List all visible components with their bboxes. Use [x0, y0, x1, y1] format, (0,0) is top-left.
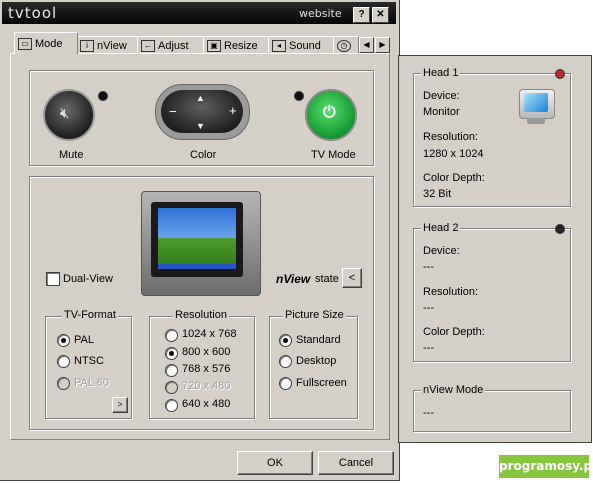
radio-768x576[interactable]: [165, 364, 178, 377]
radio-640x480[interactable]: [165, 399, 178, 412]
tv-image: [141, 191, 261, 296]
speaker-mute-icon: 🔇︎: [60, 105, 70, 122]
radio-720x480[interactable]: [165, 381, 178, 394]
radio-desktop[interactable]: [279, 355, 292, 368]
info-icon: i: [80, 39, 94, 52]
clock-icon: ◷: [337, 39, 351, 52]
watermark-badge: programosy.pl: [499, 455, 593, 478]
head2-depth-label: Color Depth:: [423, 326, 485, 338]
tab-label: Sound: [289, 39, 321, 52]
color-up-button[interactable]: ▲: [196, 93, 205, 103]
head1-led: [555, 69, 565, 79]
monitor-icon: [517, 89, 555, 131]
radio-standard[interactable]: [279, 334, 292, 347]
cancel-button[interactable]: Cancel: [318, 451, 394, 475]
res-720-label: 720 x 480: [182, 380, 231, 392]
monitor-icon: ▭: [18, 37, 32, 50]
radio-fullscreen[interactable]: [279, 377, 292, 390]
res-800-label: 800 x 600: [182, 346, 231, 358]
nview-mode-value: ---: [423, 407, 434, 419]
radio-1024x768[interactable]: [165, 329, 178, 342]
pal-label: PAL: [74, 334, 94, 346]
close-button[interactable]: ✕: [372, 7, 389, 23]
tab-label: Adjust: [158, 39, 189, 52]
head2-resolution-label: Resolution:: [423, 286, 479, 298]
tab-scroll-right[interactable]: ▶: [375, 37, 390, 53]
nview-word: nView: [276, 272, 311, 286]
head1-depth-label: Color Depth:: [423, 172, 485, 184]
mute-button[interactable]: 🔇︎: [43, 89, 95, 141]
radio-800x600[interactable]: [165, 347, 178, 360]
title-bar[interactable]: tvtool website ? ✕: [2, 2, 396, 24]
tab-label: Resize: [224, 39, 258, 52]
tv-format-more-button[interactable]: >: [112, 397, 128, 413]
nview-state-button[interactable]: <: [342, 268, 362, 288]
color-down-button[interactable]: ▼: [196, 121, 205, 131]
head1-resolution-value: 1280 x 1024: [423, 148, 484, 160]
res-768-label: 768 x 576: [182, 363, 231, 375]
color-control: − + ▲ ▼: [155, 84, 250, 140]
resolution-title: Resolution: [173, 309, 229, 321]
radio-pal60[interactable]: [57, 377, 70, 390]
heads-panel: Head 1 Device: Monitor Resolution: 1280 …: [398, 55, 592, 443]
fullscreen-label: Fullscreen: [296, 377, 347, 389]
mute-led: [98, 91, 108, 101]
state-word: state: [315, 273, 339, 285]
resize-icon: ▣: [207, 39, 221, 52]
tvmode-label: TV Mode: [311, 149, 356, 161]
res-1024-label: 1024 x 768: [182, 328, 237, 340]
tab-label: Mode: [35, 37, 63, 50]
help-button[interactable]: ?: [353, 7, 370, 23]
tvmode-button[interactable]: ⏻: [305, 89, 357, 141]
head1-title: Head 1: [421, 67, 461, 79]
head1-resolution-label: Resolution:: [423, 131, 479, 143]
arrows-icon: ←: [141, 39, 155, 52]
head1-device-value: Monitor: [423, 106, 460, 118]
app-logo: tvtool: [8, 4, 58, 22]
tab-label: nView: [97, 39, 127, 52]
tab-scroll-left[interactable]: ◀: [359, 37, 374, 53]
res-640-label: 640 x 480: [182, 398, 231, 410]
nview-mode-title: nView Mode: [421, 384, 486, 396]
radio-pal[interactable]: [57, 334, 70, 347]
color-label: Color: [190, 149, 217, 161]
taskbar: [158, 264, 236, 269]
tvmode-led: [294, 91, 304, 101]
head2-title: Head 2: [421, 222, 461, 234]
head1-depth-value: 32 Bit: [423, 188, 452, 200]
ok-button[interactable]: OK: [237, 451, 313, 475]
color-plus-button[interactable]: +: [229, 103, 237, 118]
nview-mode-group: [413, 390, 571, 432]
standard-label: Standard: [296, 334, 341, 346]
ntsc-label: NTSC: [74, 355, 104, 367]
pal60-label: PAL 60: [74, 377, 109, 389]
tvtool-window: tvtool website ? ✕ ▭ Mode i nView ← Adju…: [0, 0, 400, 481]
head2-resolution-value: ---: [423, 302, 434, 314]
mute-label: Mute: [59, 149, 84, 161]
tab-mode[interactable]: ▭ Mode: [14, 32, 78, 55]
head2-device-value: ---: [423, 261, 434, 273]
desktop-label: Desktop: [296, 355, 337, 367]
radio-ntsc[interactable]: [57, 355, 70, 368]
head2-device-label: Device:: [423, 245, 460, 257]
dual-view-checkbox[interactable]: [46, 272, 60, 286]
power-icon: ⏻: [323, 104, 336, 121]
dual-view-label: Dual-View: [63, 273, 113, 285]
speaker-icon: ◂: [272, 39, 286, 52]
tv-format-title: TV-Format: [62, 309, 118, 321]
tv-screen: [158, 208, 236, 269]
head2-led: [555, 224, 565, 234]
picture-size-title: Picture Size: [283, 309, 346, 321]
head1-device-label: Device:: [423, 90, 460, 102]
website-link[interactable]: website: [299, 7, 342, 20]
color-minus-button[interactable]: −: [169, 104, 177, 119]
head2-depth-value: ---: [423, 342, 434, 354]
